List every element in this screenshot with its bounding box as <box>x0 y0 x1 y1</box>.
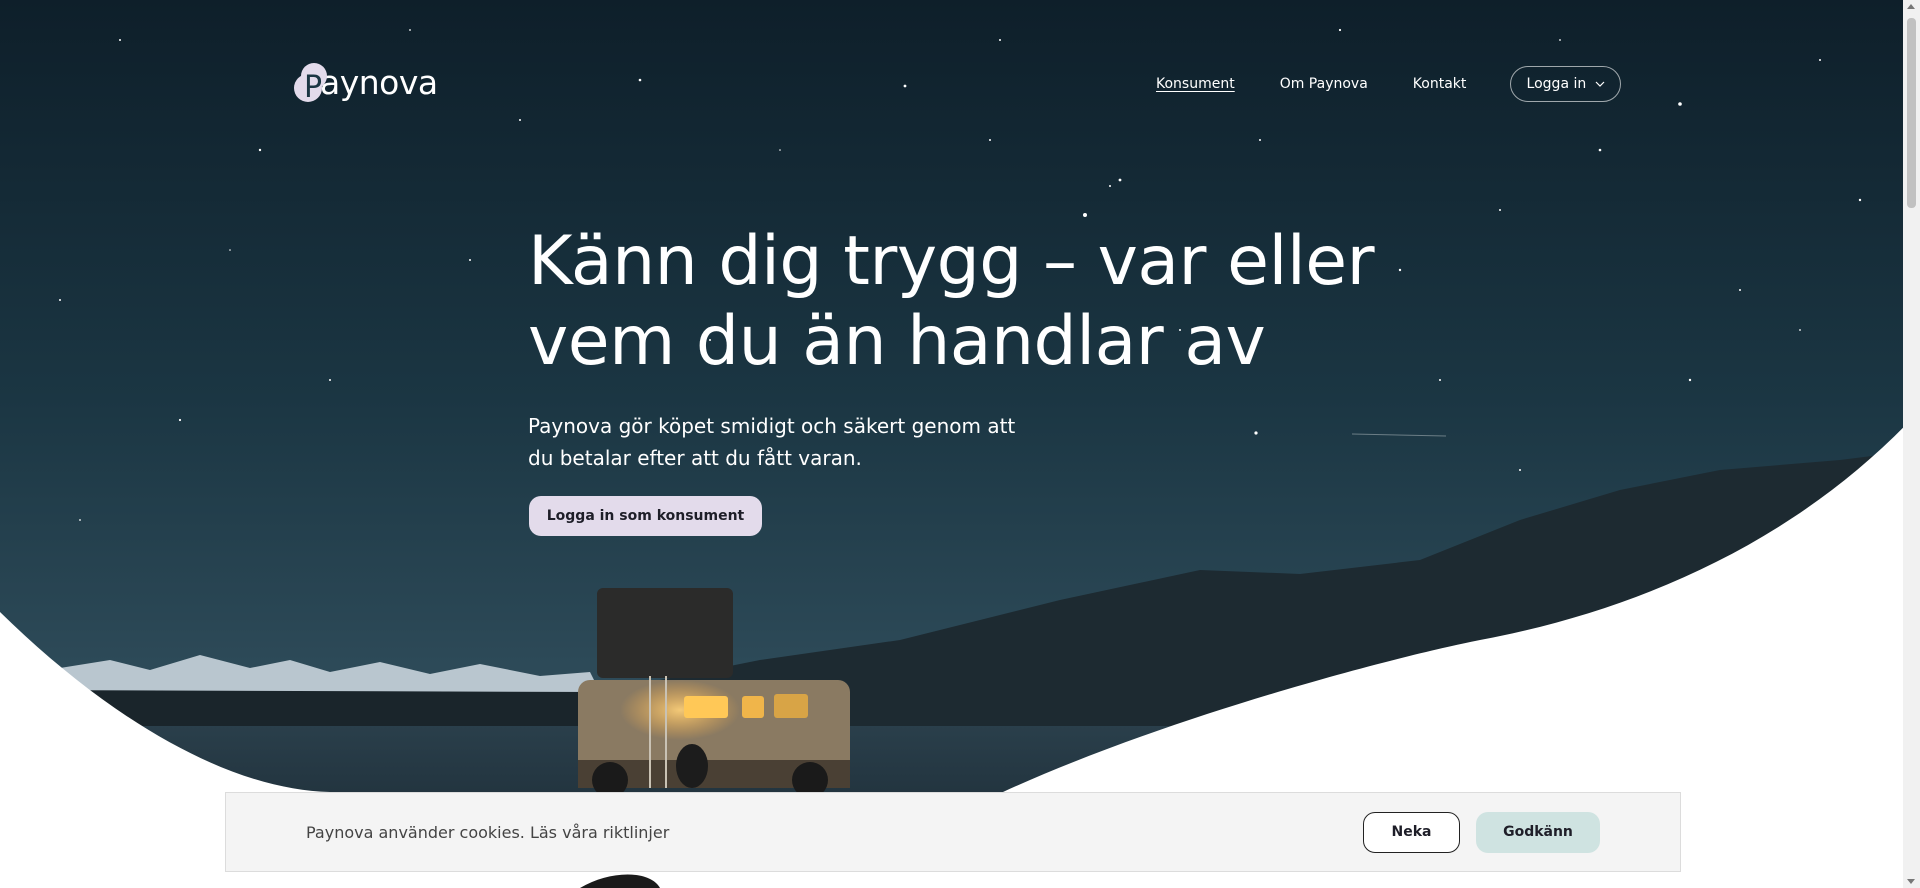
subline-line-1: Paynova gör köpet smidigt och säkert gen… <box>528 414 1016 438</box>
scrollbar-thumb[interactable] <box>1907 18 1916 208</box>
main-nav: Konsument Om Paynova Kontakt Logga in <box>1156 66 1622 102</box>
accept-cookies-button[interactable]: Godkänn <box>1476 811 1600 853</box>
deny-cookies-button[interactable]: Neka <box>1363 811 1460 853</box>
headline-line-1: Känn dig trygg – var eller <box>528 222 1375 301</box>
logo-initial: P <box>304 70 322 104</box>
subline-line-2: du betalar efter att du fått varan. <box>528 446 862 470</box>
nav-item-kontakt[interactable]: Kontakt <box>1413 76 1467 92</box>
login-consumer-button[interactable]: Logga in som konsument <box>529 496 762 536</box>
hero-headline: Känn dig trygg – var eller vem du än han… <box>528 222 1468 382</box>
headline-line-2: vem du än handlar av <box>528 302 1266 381</box>
cookie-text: Paynova använder cookies. Läs våra riktl… <box>306 822 670 842</box>
login-dropdown-button[interactable]: Logga in <box>1510 66 1622 102</box>
login-label: Logga in <box>1526 76 1587 92</box>
chevron-down-icon <box>1595 81 1605 87</box>
logo-mark-icon: P <box>294 62 330 105</box>
logo-text: aynova <box>320 62 438 102</box>
scroll-down-arrow-icon[interactable] <box>1907 879 1915 884</box>
paynova-logo[interactable]: P aynova <box>294 62 438 105</box>
page-scrollbar[interactable] <box>1903 0 1920 888</box>
scroll-up-arrow-icon[interactable] <box>1907 4 1915 9</box>
hero-subline: Paynova gör köpet smidigt och säkert gen… <box>528 410 1088 474</box>
nav-item-konsument[interactable]: Konsument <box>1156 76 1235 92</box>
nav-item-om-paynova[interactable]: Om Paynova <box>1280 76 1368 92</box>
cookie-banner: Paynova använder cookies. Läs våra riktl… <box>225 792 1681 872</box>
